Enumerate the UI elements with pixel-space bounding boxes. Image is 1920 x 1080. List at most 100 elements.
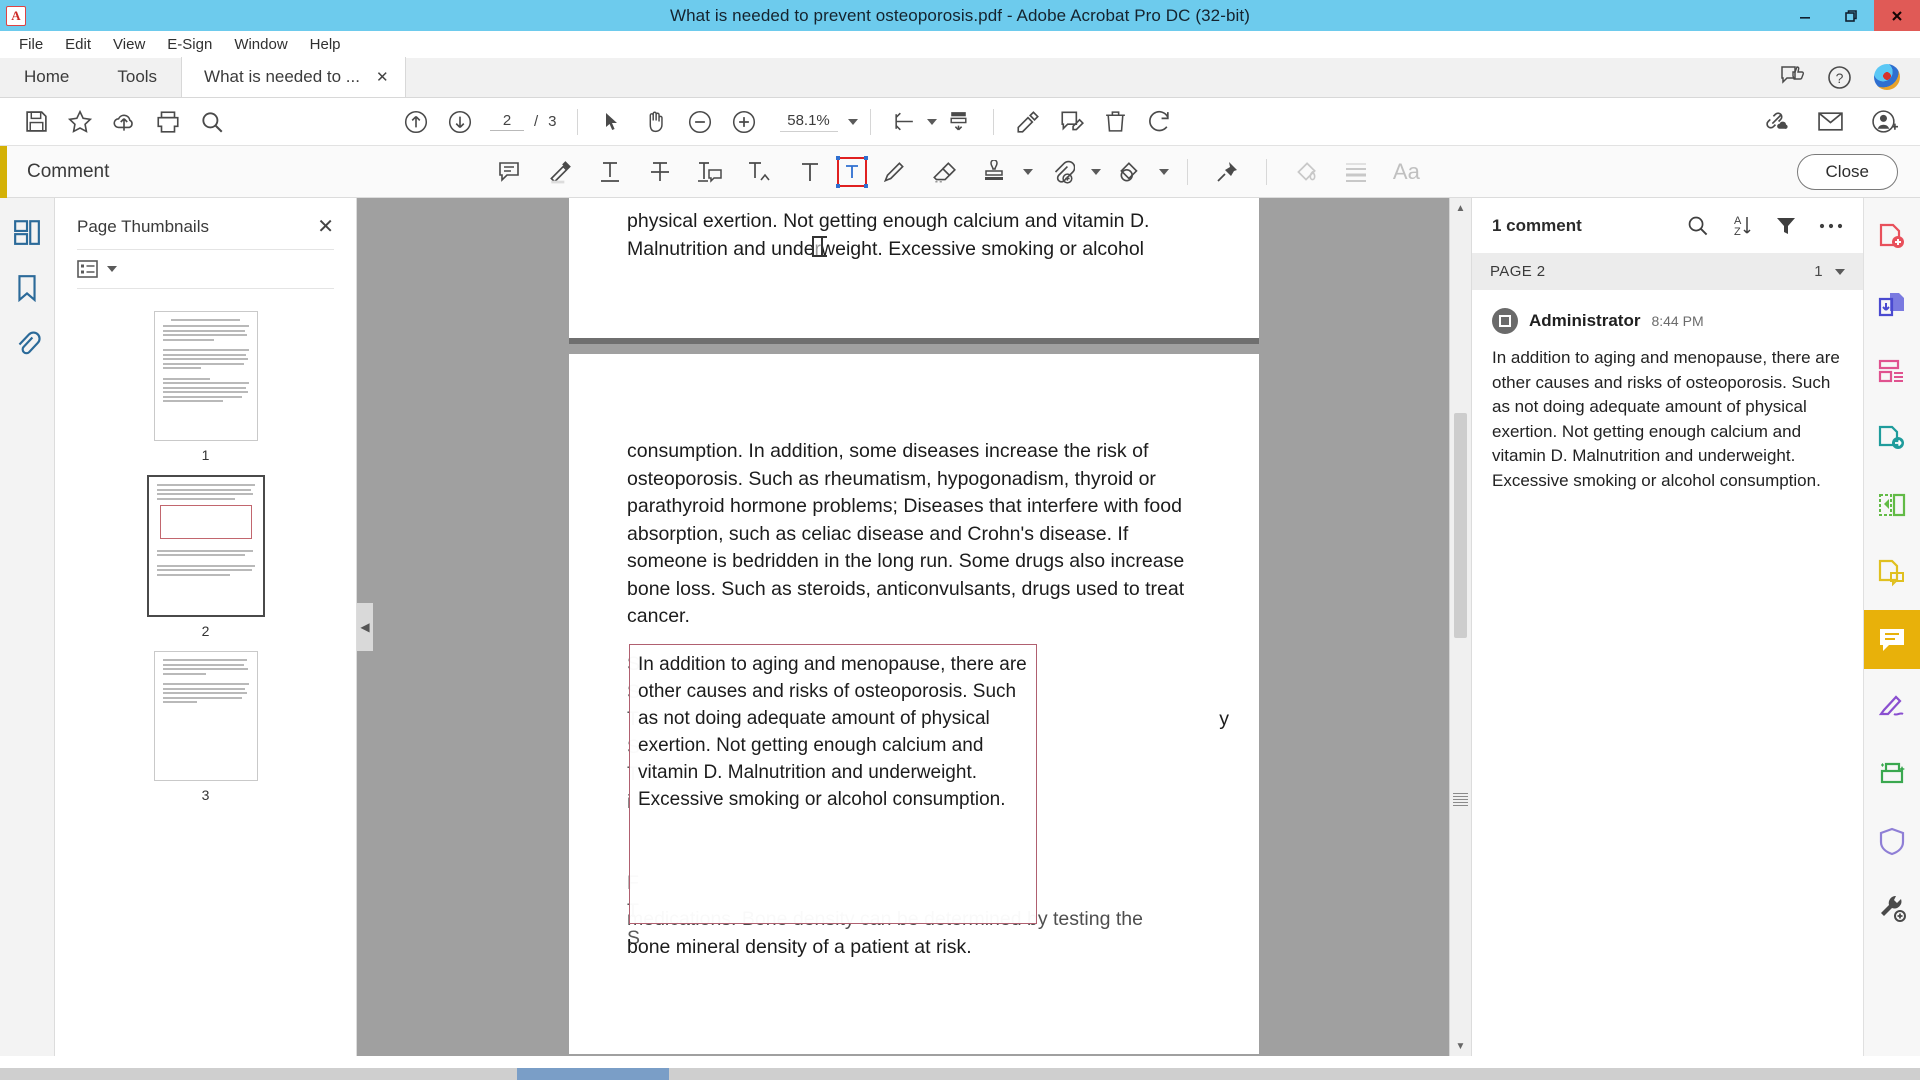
- next-page-button[interactable]: [438, 102, 482, 142]
- tab-home[interactable]: Home: [0, 57, 93, 97]
- document-vertical-scrollbar[interactable]: ▲ ▼: [1449, 198, 1471, 1056]
- comments-page-group[interactable]: PAGE 2 1: [1472, 253, 1863, 290]
- chevron-down-icon[interactable]: [1835, 269, 1845, 275]
- attach-caret-icon[interactable]: [1091, 169, 1101, 175]
- sticky-note-icon[interactable]: [489, 152, 531, 192]
- upload-cloud-icon[interactable]: [102, 102, 146, 142]
- share-link-icon[interactable]: [1754, 102, 1798, 142]
- scrollbar-grip[interactable]: [1453, 793, 1468, 807]
- more-options-icon[interactable]: [1819, 222, 1843, 230]
- strikethrough-icon[interactable]: [639, 152, 681, 192]
- prepare-form-icon[interactable]: [1864, 744, 1920, 803]
- edit-pdf-icon[interactable]: [1864, 476, 1920, 535]
- fit-page-caret-icon[interactable]: [927, 119, 937, 125]
- search-icon[interactable]: [190, 102, 234, 142]
- underline-icon[interactable]: [589, 152, 631, 192]
- close-comment-toolbar-button[interactable]: Close: [1797, 154, 1898, 190]
- more-tools-icon[interactable]: [1864, 878, 1920, 937]
- user-avatar[interactable]: [1874, 64, 1900, 90]
- zoom-out-button[interactable]: [678, 102, 722, 142]
- sort-az-icon[interactable]: AZ: [1731, 214, 1753, 237]
- add-text-icon[interactable]: [789, 152, 831, 192]
- cursor-arrow-icon[interactable]: [590, 102, 634, 142]
- create-pdf-icon[interactable]: [1864, 208, 1920, 267]
- thumbnail-page-2[interactable]: 2: [147, 475, 265, 639]
- thumbnail-page-3[interactable]: 3: [154, 651, 258, 803]
- comment-tool-icon[interactable]: [1864, 543, 1920, 602]
- chevron-down-icon[interactable]: [848, 119, 858, 125]
- left-navigation-rail: [0, 198, 55, 1056]
- stamp-caret-icon[interactable]: [1023, 169, 1033, 175]
- insert-text-icon[interactable]: [739, 152, 781, 192]
- tab-tools[interactable]: Tools: [93, 57, 181, 97]
- bookmarks-icon[interactable]: [7, 268, 47, 308]
- hand-icon[interactable]: [634, 102, 678, 142]
- maximize-button[interactable]: [1828, 0, 1874, 31]
- close-window-button[interactable]: [1874, 0, 1920, 31]
- close-icon[interactable]: ✕: [317, 214, 334, 239]
- list-options-icon[interactable]: [77, 259, 99, 279]
- page-current[interactable]: consumption. In addition, some diseases …: [569, 354, 1259, 1054]
- search-icon[interactable]: [1686, 214, 1709, 237]
- text-properties-icon[interactable]: Aa: [1385, 152, 1427, 192]
- attachments-icon[interactable]: [7, 324, 47, 364]
- document-viewport[interactable]: physical exertion. Not getting enough ca…: [357, 198, 1471, 1056]
- attach-file-icon[interactable]: [1041, 152, 1083, 192]
- line-thickness-icon[interactable]: [1335, 152, 1377, 192]
- save-icon[interactable]: [14, 102, 58, 142]
- envelope-icon[interactable]: [1808, 102, 1852, 142]
- rotate-icon[interactable]: [1138, 102, 1182, 142]
- feedback-icon[interactable]: [1781, 66, 1805, 88]
- menu-edit[interactable]: Edit: [54, 34, 102, 55]
- add-person-icon[interactable]: [1862, 102, 1906, 142]
- minimize-button[interactable]: [1782, 0, 1828, 31]
- menu-esign[interactable]: E-Sign: [156, 34, 223, 55]
- thumbnail-page-1[interactable]: 1: [154, 311, 258, 463]
- scroll-down-arrow[interactable]: ▼: [1450, 1036, 1471, 1056]
- comment-item[interactable]: Administrator 8:44 PM In addition to agi…: [1472, 290, 1863, 499]
- menu-window[interactable]: Window: [223, 34, 298, 55]
- export-pdf-icon[interactable]: [1864, 409, 1920, 468]
- tab-document[interactable]: What is needed to ... ✕: [181, 57, 406, 97]
- textbox-annotation[interactable]: In addition to aging and menopause, ther…: [629, 644, 1037, 924]
- pin-icon[interactable]: [1206, 152, 1248, 192]
- add-note-to-text-icon[interactable]: [689, 152, 731, 192]
- edit-pdf-icon[interactable]: [1006, 102, 1050, 142]
- menu-view[interactable]: View: [102, 34, 156, 55]
- previous-page-arrow[interactable]: ◀: [357, 603, 373, 651]
- draw-free-icon[interactable]: [873, 152, 915, 192]
- fill-and-sign-icon[interactable]: [1864, 677, 1920, 736]
- help-circle-icon[interactable]: ?: [1827, 65, 1852, 90]
- stamp-icon[interactable]: [973, 152, 1015, 192]
- scroll-mode-icon[interactable]: [937, 102, 981, 142]
- scrollbar-thumb[interactable]: [1454, 413, 1467, 638]
- star-icon[interactable]: [58, 102, 102, 142]
- trash-icon[interactable]: [1094, 102, 1138, 142]
- combine-files-icon[interactable]: [1864, 275, 1920, 334]
- fit-page-icon[interactable]: [883, 102, 927, 142]
- erase-icon[interactable]: [923, 152, 965, 192]
- print-icon[interactable]: [146, 102, 190, 142]
- zoom-control[interactable]: 58.1%: [780, 112, 858, 132]
- shape-caret-icon[interactable]: [1159, 169, 1169, 175]
- menu-help[interactable]: Help: [299, 34, 352, 55]
- add-shape-icon[interactable]: [1109, 152, 1151, 192]
- selection-handle: [864, 156, 868, 160]
- fill-color-icon[interactable]: [1285, 152, 1327, 192]
- page-thumbnails-icon[interactable]: [7, 212, 47, 252]
- menu-file[interactable]: File: [8, 34, 54, 55]
- chevron-down-icon[interactable]: [107, 266, 117, 272]
- protect-icon[interactable]: [1864, 811, 1920, 870]
- text-box-icon[interactable]: [839, 159, 865, 185]
- highlight-icon[interactable]: [539, 152, 581, 192]
- comment-pen-icon[interactable]: [1050, 102, 1094, 142]
- previous-page-button[interactable]: [394, 102, 438, 142]
- scroll-up-arrow[interactable]: ▲: [1450, 198, 1471, 218]
- close-icon[interactable]: ✕: [376, 68, 389, 86]
- comment-panel-icon[interactable]: [1864, 610, 1920, 669]
- zoom-value[interactable]: 58.1%: [780, 112, 838, 132]
- filter-funnel-icon[interactable]: [1775, 215, 1797, 237]
- page-number-input[interactable]: 2: [490, 112, 524, 131]
- organize-pages-icon[interactable]: [1864, 342, 1920, 401]
- zoom-in-button[interactable]: [722, 102, 766, 142]
